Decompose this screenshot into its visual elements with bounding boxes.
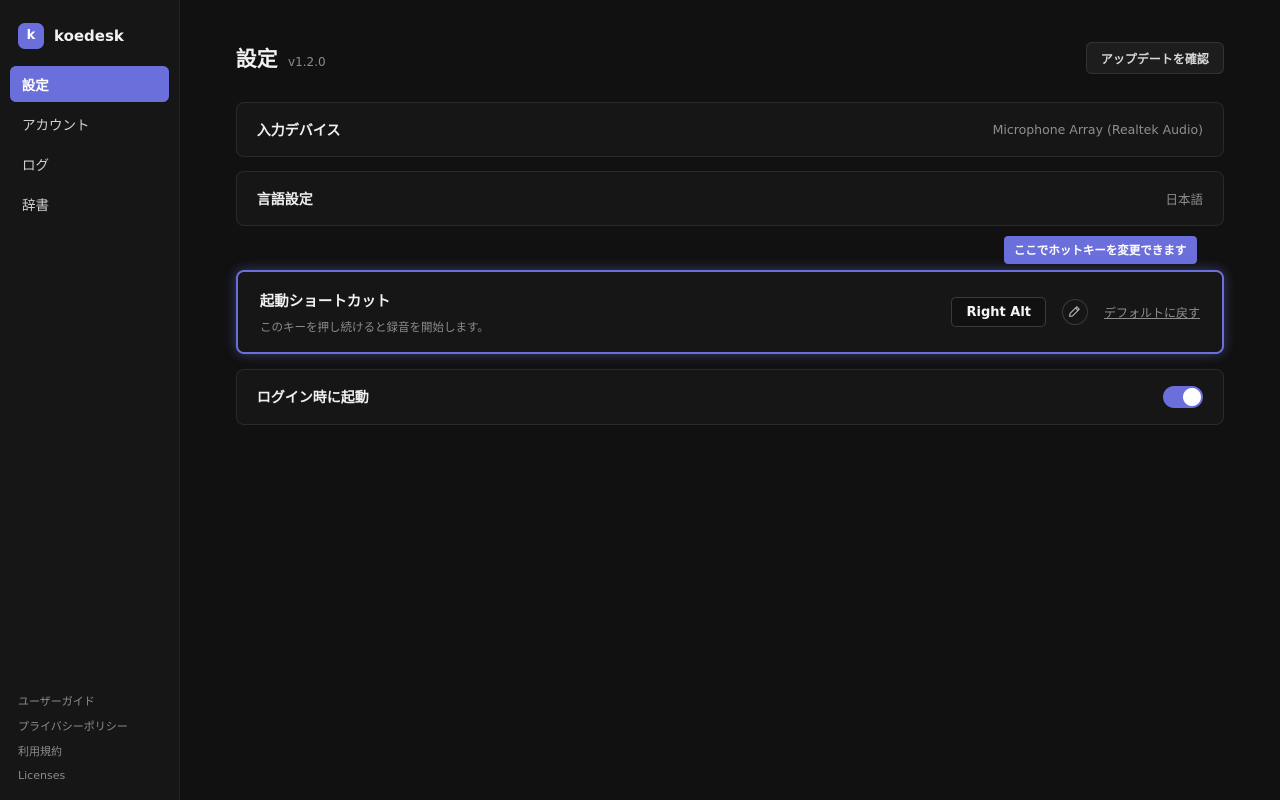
sidebar-item-dictionary[interactable]: 辞書 [10, 186, 169, 222]
reset-default-link[interactable]: デフォルトに戻す [1104, 304, 1200, 321]
hotkey-chip[interactable]: Right Alt [951, 297, 1046, 327]
shortcut-text: 起動ショートカット このキーを押し続けると録音を開始します。 [260, 290, 489, 335]
shortcut-description: このキーを押し続けると録音を開始します。 [260, 319, 489, 334]
sidebar-item-account[interactable]: アカウント [10, 106, 169, 142]
terms-link[interactable]: 利用規約 [18, 738, 128, 763]
brand-logo: k [18, 22, 44, 49]
sidebar-item-settings[interactable]: 設定 [10, 66, 169, 102]
brand: k koedesk [10, 22, 169, 49]
input-device-value[interactable]: Microphone Array (Realtek Audio) [993, 122, 1203, 137]
edit-hotkey-button[interactable] [1061, 299, 1088, 325]
hotkey-tooltip: ここでホットキーを変更できます [1004, 236, 1197, 264]
language-row[interactable]: 言語設定 日本語 [236, 171, 1224, 226]
shortcut-controls: Right Alt デフォルトに戻す [951, 297, 1200, 327]
sidebar-item-logs[interactable]: ログ [10, 146, 169, 182]
version-label: v1.2.0 [288, 55, 326, 69]
privacy-policy-link[interactable]: プライバシーポリシー [18, 713, 128, 738]
shortcut-row: 起動ショートカット このキーを押し続けると録音を開始します。 Right Alt… [236, 270, 1224, 354]
pencil-icon [1068, 303, 1081, 322]
sidebar-nav: 設定 アカウント ログ 辞書 [10, 66, 169, 222]
brand-name: koedesk [54, 26, 124, 45]
launch-at-login-label: ログイン時に起動 [257, 390, 369, 406]
toggle-knob [1183, 388, 1201, 406]
input-device-label: 入力デバイス [257, 122, 341, 139]
check-update-button[interactable]: アップデートを確認 [1085, 42, 1224, 74]
sidebar: k koedesk 設定 アカウント ログ 辞書 ユーザーガイド プライバシーポ… [0, 0, 180, 800]
sidebar-footer: ユーザーガイド プライバシーポリシー 利用規約 Licenses [18, 688, 128, 788]
shortcut-title: 起動ショートカット [260, 293, 391, 310]
launch-at-login-toggle[interactable] [1163, 386, 1203, 408]
language-value[interactable]: 日本語 [1165, 189, 1203, 208]
user-guide-link[interactable]: ユーザーガイド [18, 688, 128, 713]
language-label: 言語設定 [257, 191, 313, 208]
settings-main: 設定 v1.2.0 アップデートを確認 入力デバイス Microphone Ar… [180, 0, 1280, 800]
page-title: 設定 [236, 47, 278, 71]
page-header: 設定 v1.2.0 アップデートを確認 [236, 42, 1224, 74]
licenses-link[interactable]: Licenses [18, 763, 128, 788]
input-device-row[interactable]: 入力デバイス Microphone Array (Realtek Audio) [236, 102, 1224, 157]
app-window: k koedesk 設定 アカウント ログ 辞書 ユーザーガイド プライバシーポ… [0, 0, 1280, 800]
launch-at-login-row: ログイン時に起動 [236, 369, 1224, 425]
title-wrap: 設定 v1.2.0 [236, 43, 326, 73]
